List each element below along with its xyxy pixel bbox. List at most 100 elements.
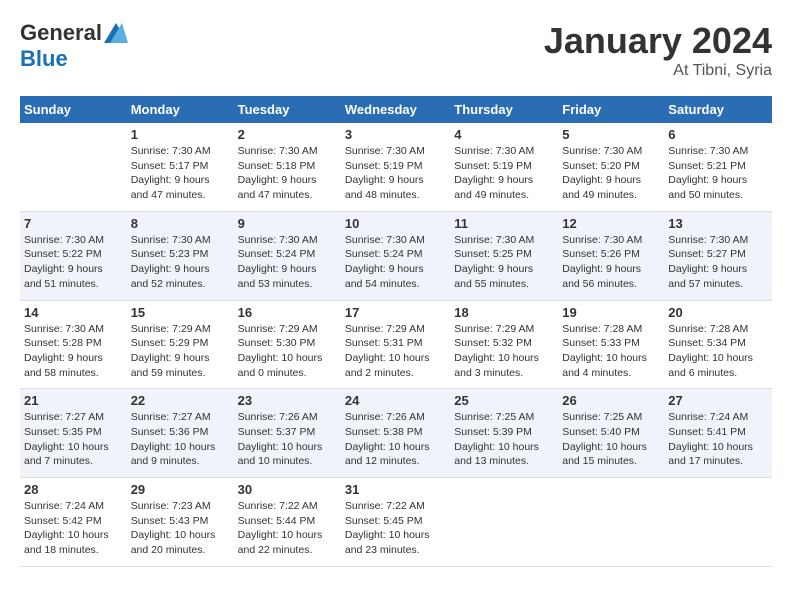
day-number: 19 xyxy=(562,305,660,320)
calendar-cell xyxy=(664,478,772,567)
header-row: SundayMondayTuesdayWednesdayThursdayFrid… xyxy=(20,96,772,123)
day-info: Sunrise: 7:24 AMSunset: 5:42 PMDaylight:… xyxy=(24,499,123,558)
day-info: Sunrise: 7:24 AMSunset: 5:41 PMDaylight:… xyxy=(668,410,768,469)
calendar-cell xyxy=(450,478,558,567)
day-number: 20 xyxy=(668,305,768,320)
day-info: Sunrise: 7:30 AMSunset: 5:20 PMDaylight:… xyxy=(562,144,660,203)
calendar-cell: 17Sunrise: 7:29 AMSunset: 5:31 PMDayligh… xyxy=(341,300,450,389)
logo: General Blue xyxy=(20,20,128,72)
day-number: 12 xyxy=(562,216,660,231)
calendar-cell: 6 Sunrise: 7:30 AMSunset: 5:21 PMDaylight… xyxy=(664,123,772,211)
calendar-cell: 28 Sunrise: 7:24 AMSunset: 5:42 PMDayligh… xyxy=(20,478,127,567)
day-info: Sunrise: 7:30 AMSunset: 5:21 PMDaylight:… xyxy=(668,144,768,203)
day-info: Sunrise: 7:23 AMSunset: 5:43 PMDaylight:… xyxy=(131,499,230,558)
calendar-cell: 11Sunrise: 7:30 AMSunset: 5:25 PMDayligh… xyxy=(450,211,558,300)
day-info: Sunrise: 7:30 AMSunset: 5:22 PMDaylight:… xyxy=(24,233,123,292)
day-info: Sunrise: 7:25 AMSunset: 5:40 PMDaylight:… xyxy=(562,410,660,469)
day-number: 30 xyxy=(238,482,337,497)
logo-icon xyxy=(104,23,128,43)
day-number: 6 xyxy=(668,127,768,142)
calendar-cell: 30 Sunrise: 7:22 AMSunset: 5:44 PMDayligh… xyxy=(234,478,341,567)
day-info: Sunrise: 7:25 AMSunset: 5:39 PMDaylight:… xyxy=(454,410,554,469)
calendar-cell: 26 Sunrise: 7:25 AMSunset: 5:40 PMDayligh… xyxy=(558,389,664,478)
day-number: 31 xyxy=(345,482,446,497)
day-info: Sunrise: 7:30 AMSunset: 5:17 PMDaylight:… xyxy=(131,144,230,203)
day-info: Sunrise: 7:29 AMSunset: 5:30 PMDaylight:… xyxy=(238,322,337,381)
day-info: Sunrise: 7:30 AMSunset: 5:26 PMDaylight:… xyxy=(562,233,660,292)
logo-general: General xyxy=(20,20,102,46)
header-sunday: Sunday xyxy=(20,96,127,123)
calendar-cell: 9Sunrise: 7:30 AMSunset: 5:24 PMDaylight… xyxy=(234,211,341,300)
day-number: 22 xyxy=(131,393,230,408)
day-info: Sunrise: 7:22 AMSunset: 5:44 PMDaylight:… xyxy=(238,499,337,558)
day-number: 13 xyxy=(668,216,768,231)
day-info: Sunrise: 7:26 AMSunset: 5:37 PMDaylight:… xyxy=(238,410,337,469)
calendar-cell: 10 Sunrise: 7:30 AMSunset: 5:24 PMDayligh… xyxy=(341,211,450,300)
header-thursday: Thursday xyxy=(450,96,558,123)
day-number: 4 xyxy=(454,127,554,142)
week-row-1: 7 Sunrise: 7:30 AMSunset: 5:22 PMDaylight… xyxy=(20,211,772,300)
day-number: 21 xyxy=(24,393,123,408)
calendar-cell xyxy=(558,478,664,567)
calendar-cell: 5Sunrise: 7:30 AMSunset: 5:20 PMDaylight… xyxy=(558,123,664,211)
calendar-cell: 19 Sunrise: 7:28 AMSunset: 5:33 PMDayligh… xyxy=(558,300,664,389)
day-info: Sunrise: 7:30 AMSunset: 5:19 PMDaylight:… xyxy=(454,144,554,203)
week-row-3: 21Sunrise: 7:27 AMSunset: 5:35 PMDayligh… xyxy=(20,389,772,478)
calendar-cell: 15 Sunrise: 7:29 AMSunset: 5:29 PMDayligh… xyxy=(127,300,234,389)
calendar-cell: 27 Sunrise: 7:24 AMSunset: 5:41 PMDayligh… xyxy=(664,389,772,478)
calendar-cell: 16 Sunrise: 7:29 AMSunset: 5:30 PMDayligh… xyxy=(234,300,341,389)
calendar-table: SundayMondayTuesdayWednesdayThursdayFrid… xyxy=(20,96,772,567)
day-info: Sunrise: 7:30 AMSunset: 5:19 PMDaylight:… xyxy=(345,144,446,203)
calendar-cell: 20 Sunrise: 7:28 AMSunset: 5:34 PMDayligh… xyxy=(664,300,772,389)
header-saturday: Saturday xyxy=(664,96,772,123)
calendar-cell: 25 Sunrise: 7:25 AMSunset: 5:39 PMDayligh… xyxy=(450,389,558,478)
day-number: 27 xyxy=(668,393,768,408)
title-block: January 2024 At Tibni, Syria xyxy=(544,20,772,80)
day-number: 15 xyxy=(131,305,230,320)
calendar-cell: 29 Sunrise: 7:23 AMSunset: 5:43 PMDayligh… xyxy=(127,478,234,567)
calendar-cell: 1Sunrise: 7:30 AMSunset: 5:17 PMDaylight… xyxy=(127,123,234,211)
day-number: 23 xyxy=(238,393,337,408)
day-info: Sunrise: 7:28 AMSunset: 5:34 PMDaylight:… xyxy=(668,322,768,381)
day-number: 17 xyxy=(345,305,446,320)
day-number: 25 xyxy=(454,393,554,408)
calendar-cell: 2Sunrise: 7:30 AMSunset: 5:18 PMDaylight… xyxy=(234,123,341,211)
day-info: Sunrise: 7:30 AMSunset: 5:27 PMDaylight:… xyxy=(668,233,768,292)
header-wednesday: Wednesday xyxy=(341,96,450,123)
location-subtitle: At Tibni, Syria xyxy=(544,62,772,80)
calendar-cell: 13 Sunrise: 7:30 AMSunset: 5:27 PMDayligh… xyxy=(664,211,772,300)
day-number: 7 xyxy=(24,216,123,231)
calendar-cell: 14Sunrise: 7:30 AMSunset: 5:28 PMDayligh… xyxy=(20,300,127,389)
day-number: 24 xyxy=(345,393,446,408)
day-info: Sunrise: 7:22 AMSunset: 5:45 PMDaylight:… xyxy=(345,499,446,558)
day-info: Sunrise: 7:28 AMSunset: 5:33 PMDaylight:… xyxy=(562,322,660,381)
page-header: General Blue January 2024 At Tibni, Syri… xyxy=(20,20,772,80)
day-info: Sunrise: 7:30 AMSunset: 5:23 PMDaylight:… xyxy=(131,233,230,292)
day-number: 18 xyxy=(454,305,554,320)
day-info: Sunrise: 7:29 AMSunset: 5:32 PMDaylight:… xyxy=(454,322,554,381)
day-info: Sunrise: 7:30 AMSunset: 5:24 PMDaylight:… xyxy=(345,233,446,292)
day-number: 26 xyxy=(562,393,660,408)
week-row-2: 14Sunrise: 7:30 AMSunset: 5:28 PMDayligh… xyxy=(20,300,772,389)
day-number: 10 xyxy=(345,216,446,231)
header-monday: Monday xyxy=(127,96,234,123)
day-number: 28 xyxy=(24,482,123,497)
day-info: Sunrise: 7:30 AMSunset: 5:28 PMDaylight:… xyxy=(24,322,123,381)
day-number: 29 xyxy=(131,482,230,497)
calendar-cell: 7 Sunrise: 7:30 AMSunset: 5:22 PMDaylight… xyxy=(20,211,127,300)
calendar-cell: 23 Sunrise: 7:26 AMSunset: 5:37 PMDayligh… xyxy=(234,389,341,478)
calendar-cell xyxy=(20,123,127,211)
day-number: 16 xyxy=(238,305,337,320)
header-friday: Friday xyxy=(558,96,664,123)
calendar-cell: 18 Sunrise: 7:29 AMSunset: 5:32 PMDayligh… xyxy=(450,300,558,389)
calendar-cell: 24 Sunrise: 7:26 AMSunset: 5:38 PMDayligh… xyxy=(341,389,450,478)
calendar-cell: 22 Sunrise: 7:27 AMSunset: 5:36 PMDayligh… xyxy=(127,389,234,478)
day-info: Sunrise: 7:29 AMSunset: 5:29 PMDaylight:… xyxy=(131,322,230,381)
week-row-4: 28 Sunrise: 7:24 AMSunset: 5:42 PMDayligh… xyxy=(20,478,772,567)
logo-blue: Blue xyxy=(20,46,68,72)
day-info: Sunrise: 7:27 AMSunset: 5:36 PMDaylight:… xyxy=(131,410,230,469)
day-info: Sunrise: 7:26 AMSunset: 5:38 PMDaylight:… xyxy=(345,410,446,469)
calendar-cell: 4 Sunrise: 7:30 AMSunset: 5:19 PMDaylight… xyxy=(450,123,558,211)
header-tuesday: Tuesday xyxy=(234,96,341,123)
day-number: 3 xyxy=(345,127,446,142)
